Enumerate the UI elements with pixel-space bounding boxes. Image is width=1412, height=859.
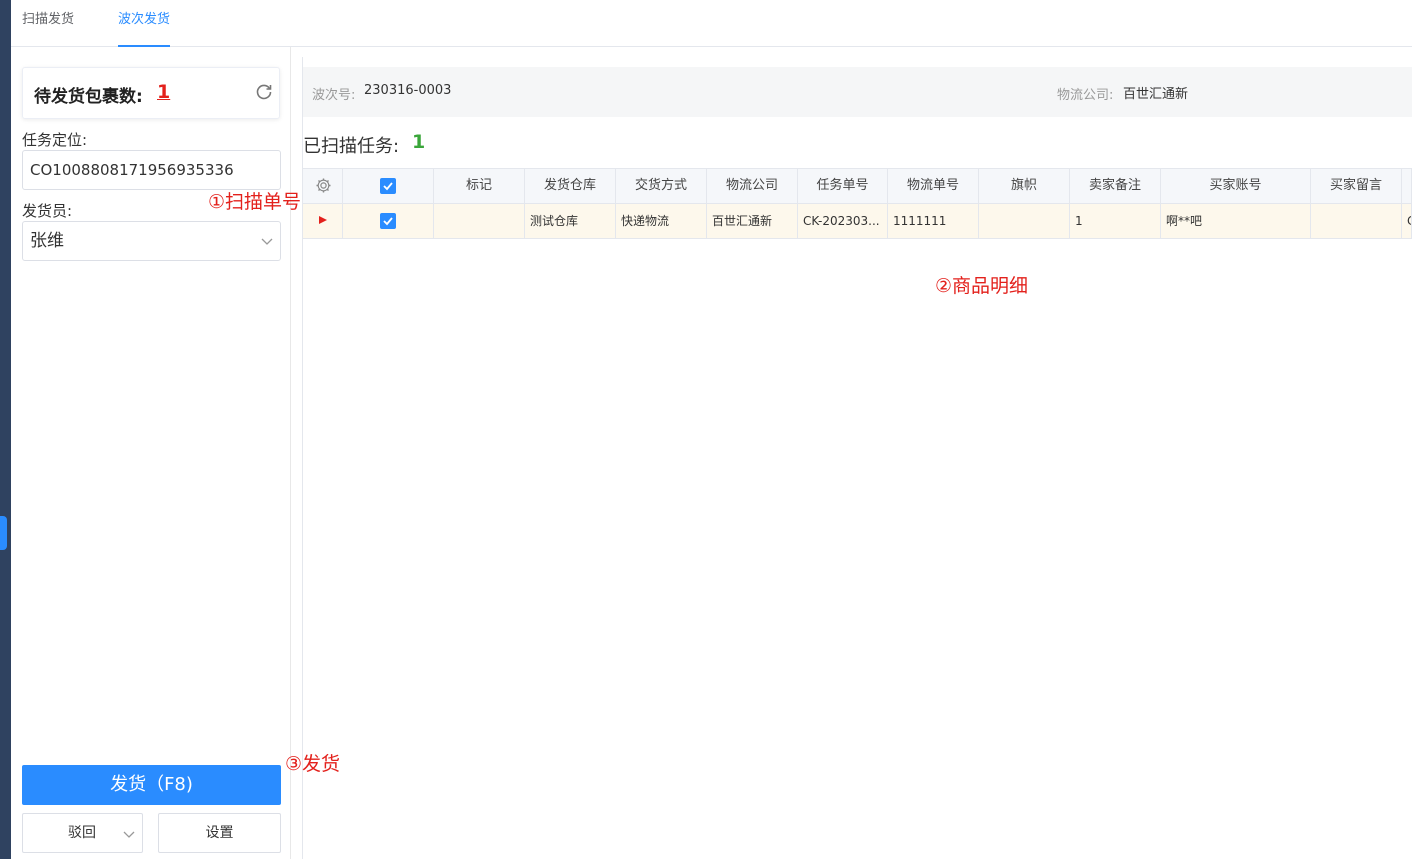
cell-seller-note: 1	[1070, 204, 1161, 238]
header-warehouse[interactable]: 发货仓库	[525, 169, 616, 203]
row-expand-icon[interactable]	[319, 216, 327, 224]
cell-flag	[979, 204, 1070, 238]
column-settings-cell	[303, 169, 343, 203]
table-header-row: 标记 发货仓库 交货方式 物流公司 任务单号 物流单号 旗帜 卖家备注 买家账号…	[303, 169, 1412, 204]
shipper-select[interactable]: 张维	[22, 221, 281, 261]
annotation-scan-number: ①扫描单号	[208, 191, 302, 213]
select-all-cell	[343, 169, 434, 203]
wave-number-label: 波次号:	[312, 88, 356, 103]
cell-warehouse: 测试仓库	[525, 204, 616, 238]
tab-wave-ship[interactable]: 波次发货	[118, 0, 171, 47]
header-buyer-account[interactable]: 买家账号	[1161, 169, 1311, 203]
row-checkbox[interactable]	[380, 213, 396, 229]
shipper-label: 发货员:	[22, 202, 73, 220]
annotation-ship: ③发货	[285, 753, 341, 775]
cell-tracking-number: 1111111	[888, 204, 979, 238]
app-sidebar-strip	[0, 0, 11, 859]
cell-overflow: C	[1402, 204, 1412, 238]
gear-icon[interactable]	[315, 177, 332, 194]
header-flag[interactable]: 旗帜	[979, 169, 1070, 203]
scanned-tasks-count: 1	[412, 131, 426, 153]
checkbox-icon	[383, 217, 393, 226]
tab-bar: 扫描发货 波次发货	[11, 0, 1412, 47]
cell-mark	[434, 204, 525, 238]
header-tracking-number[interactable]: 物流单号	[888, 169, 979, 203]
task-locate-label: 任务定位:	[22, 131, 88, 149]
ship-button[interactable]: 发货（F8)	[22, 765, 281, 805]
reject-button-label: 驳回	[68, 825, 96, 841]
header-logistics-company[interactable]: 物流公司	[707, 169, 798, 203]
table-row[interactable]: 测试仓库 快递物流 百世汇通新 CK-202303... 1111111 1 啊…	[303, 204, 1412, 239]
settings-button[interactable]: 设置	[158, 813, 281, 853]
wave-number-value: 230316-0003	[364, 83, 452, 98]
header-buyer-message[interactable]: 买家留言	[1311, 169, 1402, 203]
cell-delivery-method: 快递物流	[616, 204, 707, 238]
cell-buyer-account: 啊**吧	[1161, 204, 1311, 238]
cell-logistics-company: 百世汇通新	[707, 204, 798, 238]
pending-count-label: 待发货包裹数:	[34, 87, 143, 107]
scanned-tasks-label: 已扫描任务:	[303, 136, 400, 157]
row-expand-cell	[303, 204, 343, 238]
chevron-down-icon[interactable]	[122, 827, 136, 841]
task-locate-input[interactable]: CO1008808171956935336	[22, 150, 281, 190]
shipper-select-value: 张维	[30, 231, 64, 251]
chevron-down-icon	[261, 238, 273, 245]
header-seller-note[interactable]: 卖家备注	[1070, 169, 1161, 203]
cell-buyer-message	[1311, 204, 1402, 238]
task-table: 标记 发货仓库 交货方式 物流公司 任务单号 物流单号 旗帜 卖家备注 买家账号…	[303, 168, 1412, 239]
row-checkbox-cell	[343, 204, 434, 238]
checkbox-icon	[383, 182, 393, 191]
header-overflow	[1402, 169, 1412, 203]
header-task-number[interactable]: 任务单号	[798, 169, 888, 203]
pending-count-card: 待发货包裹数: 1	[22, 67, 280, 119]
logistics-company-label: 物流公司:	[1057, 88, 1114, 103]
sidebar-collapse-handle[interactable]	[0, 516, 7, 550]
annotation-item-detail: ②商品明细	[935, 275, 1029, 297]
pending-count-value[interactable]: 1	[157, 81, 170, 103]
tab-scan-ship[interactable]: 扫描发货	[22, 0, 74, 47]
reject-button[interactable]: 驳回	[22, 813, 143, 853]
wave-info-bar: 波次号: 230316-0003 物流公司: 百世汇通新	[303, 67, 1412, 117]
cell-task-number: CK-202303...	[798, 204, 888, 238]
logistics-company-value: 百世汇通新	[1123, 87, 1189, 102]
header-mark[interactable]: 标记	[434, 169, 525, 203]
header-delivery-method[interactable]: 交货方式	[616, 169, 707, 203]
left-panel: 待发货包裹数: 1 任务定位: CO1008808171956935336 发货…	[11, 47, 291, 859]
select-all-checkbox[interactable]	[380, 178, 396, 194]
refresh-icon[interactable]	[255, 83, 273, 101]
